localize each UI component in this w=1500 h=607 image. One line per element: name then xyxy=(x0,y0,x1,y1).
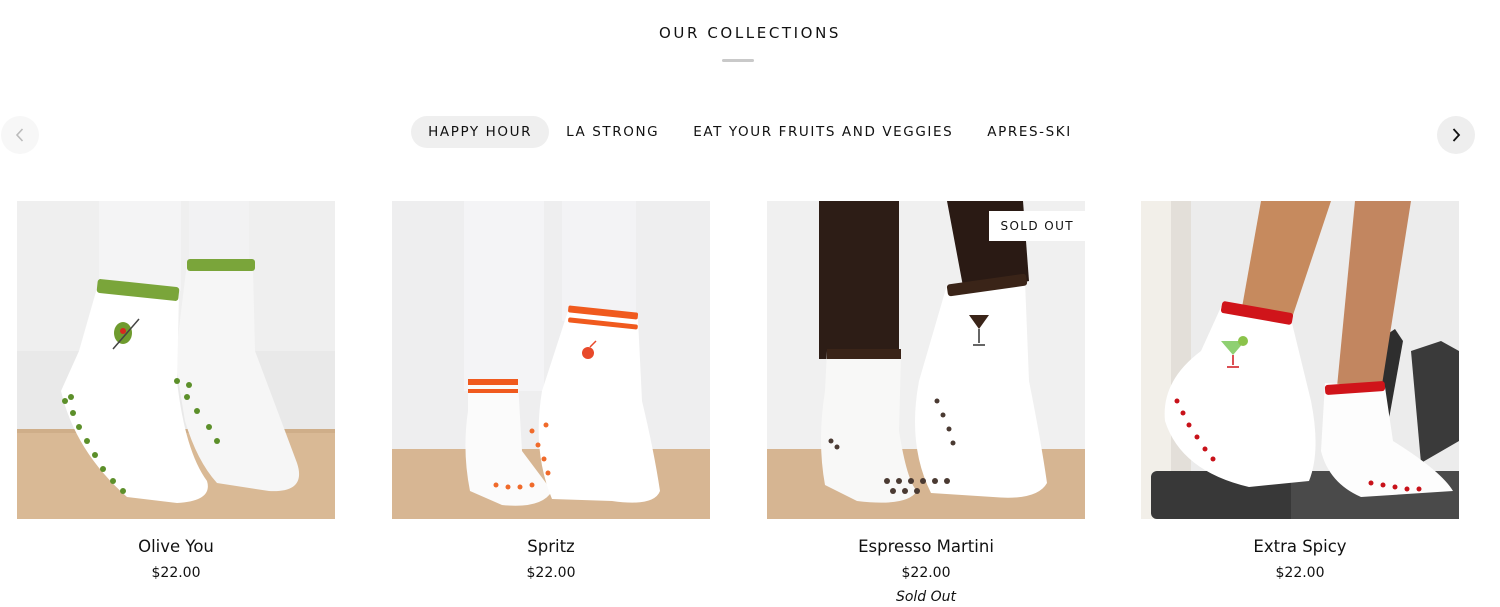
section-title: OUR COLLECTIONS xyxy=(658,24,842,42)
product-price: $22.00 xyxy=(901,565,951,581)
product-price: $22.00 xyxy=(1275,565,1325,581)
tab-la-strong[interactable]: LA STRONG xyxy=(549,116,676,148)
product-name[interactable]: Olive You xyxy=(17,537,335,556)
product-name[interactable]: Spritz xyxy=(392,537,710,556)
collection-tabs: HAPPY HOUR LA STRONG EAT YOUR FRUITS AND… xyxy=(0,116,1500,148)
sold-out-badge: SOLD OUT xyxy=(989,211,1085,241)
product-card[interactable]: Extra Spicy $22.00 xyxy=(1141,201,1459,607)
product-card[interactable]: SOLD OUT Espresso Martini $22.00 Sold Ou… xyxy=(767,201,1085,607)
product-image[interactable] xyxy=(1141,201,1459,519)
product-image[interactable] xyxy=(392,201,710,519)
product-card[interactable]: Spritz $22.00 xyxy=(392,201,710,607)
product-grid: Olive You $22.00 Spritz $22.00 SOLD OUT … xyxy=(0,201,1500,607)
tab-eat-your-fruits-and-veggies[interactable]: EAT YOUR FRUITS AND VEGGIES xyxy=(676,116,970,148)
product-price: $22.00 xyxy=(526,565,576,581)
title-underline xyxy=(722,59,754,62)
product-name[interactable]: Extra Spicy xyxy=(1141,537,1459,556)
product-card[interactable]: Olive You $22.00 xyxy=(17,201,335,607)
tab-happy-hour[interactable]: HAPPY HOUR xyxy=(411,116,550,148)
product-price: $22.00 xyxy=(151,565,201,581)
product-image[interactable] xyxy=(17,201,335,519)
chevron-right-icon xyxy=(1450,127,1462,143)
tab-apres-ski[interactable]: APRES-SKI xyxy=(970,116,1089,148)
nav-next-button[interactable] xyxy=(1437,116,1475,154)
sold-out-status: Sold Out xyxy=(895,589,957,605)
product-image[interactable]: SOLD OUT xyxy=(767,201,1085,519)
product-name[interactable]: Espresso Martini xyxy=(767,537,1085,556)
